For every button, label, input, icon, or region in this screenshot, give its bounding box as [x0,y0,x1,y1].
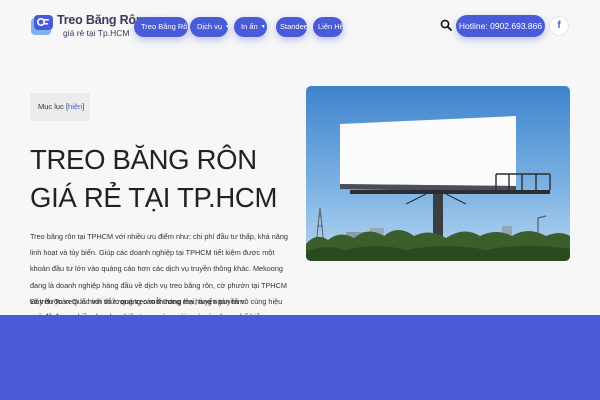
site-logo[interactable]: Treo Băng Rôn giá rẻ tại Tp.HCM [30,11,144,41]
hotline-button[interactable]: Hotline: 0902.693.866 [456,15,545,37]
nav-item-label: Treo Băng Rôn [141,22,188,31]
nav-item-label: Liên Hệ [318,22,343,31]
search-icon[interactable] [440,19,452,31]
nav-item-dich-vu[interactable]: Dịch vụ ▼ [190,17,228,37]
nav-item-standee[interactable]: Standee [276,17,307,37]
logo-icon [31,15,53,35]
toc-toggle-bracket-close: ] [82,102,85,111]
logo-subtitle: giá rẻ tại Tp.HCM [63,28,130,38]
nav-item-treo-bang-ron[interactable]: Treo Băng Rôn [134,17,188,37]
page-title-line-2: GIÁ RẺ TẠI TP.HCM [30,182,278,213]
nav-item-label: In ấn [241,22,258,31]
site-header: Treo Băng Rôn giá rẻ tại Tp.HCM Treo Băn… [0,0,600,52]
page-title-line-1: TREO BĂNG RÔN [30,144,257,175]
nav-item-lien-he[interactable]: Liên Hệ [313,17,343,37]
footer-band [0,315,600,400]
table-of-contents: Mục lục [hiện] [30,93,90,121]
chevron-down-icon: ▼ [225,24,228,30]
second-paragraph-text-1: Đây được xem là hình thức [30,297,121,306]
page-title: TREO BĂNG RÔN GIÁ RẺ TẠI TP.HCM [30,141,277,217]
logo-title: Treo Băng Rôn [57,13,144,27]
toc-toggle-link[interactable]: hiện [68,102,82,111]
chevron-down-icon: ▼ [260,24,266,30]
toc-label: Mục lục [38,102,64,111]
nav-item-in-an[interactable]: In ấn ▼ [234,17,267,37]
commercial-ads-link[interactable]: quảng cáo thương mại [121,297,195,306]
nav-item-label: Dịch vụ [197,22,223,31]
billboard-photo [306,86,570,261]
facebook-icon[interactable]: f [549,16,569,36]
nav-item-label: Standee [280,22,307,31]
